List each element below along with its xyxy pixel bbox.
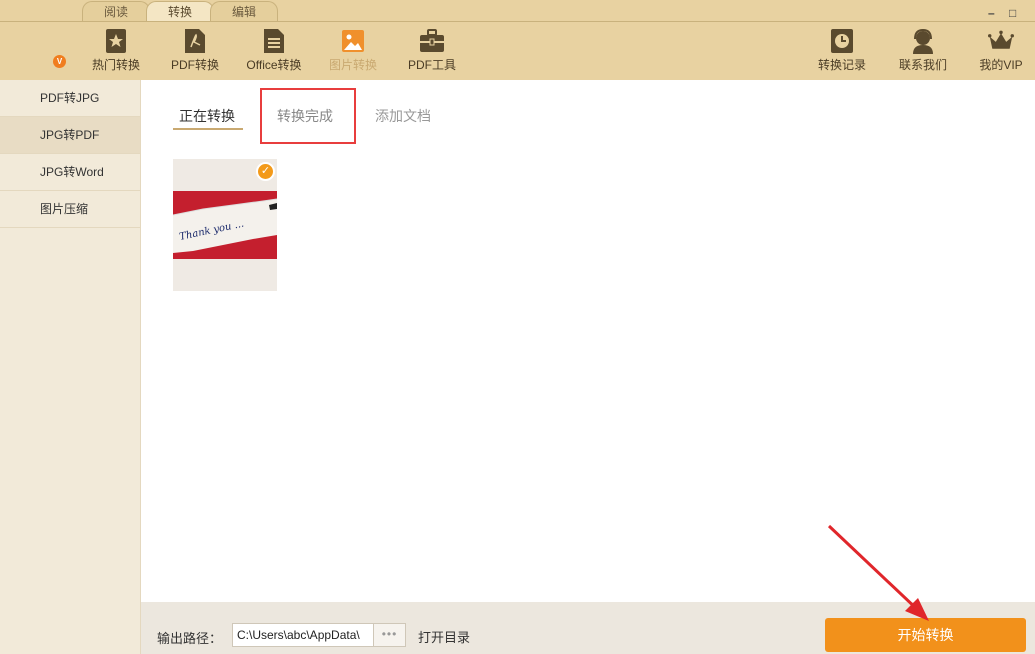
tool-label: 图片转换 xyxy=(328,58,377,72)
checked-icon[interactable]: ✓ xyxy=(256,162,275,181)
image-icon xyxy=(340,28,366,54)
tool-office-convert[interactable]: Office转换 xyxy=(239,28,309,78)
tool-label: PDF工具 xyxy=(407,58,456,72)
title-toolbar: 阅读 转换 编辑 – □ V 热门转换 PDF转换 Office转换 图片转换 … xyxy=(0,0,1035,80)
toolbox-icon xyxy=(419,28,445,54)
tool-label: Office转换 xyxy=(246,58,302,72)
tool-label: 热门转换 xyxy=(91,58,140,72)
minimize-button[interactable]: – xyxy=(988,6,995,20)
sidebar-item-pdf-to-jpg[interactable]: PDF转JPG xyxy=(0,80,140,117)
tool-history[interactable]: 转换记录 xyxy=(807,28,877,78)
bottom-bar: 输出路径： C:\Users\abc\AppData\ ••• 打开目录 开始转… xyxy=(141,602,1035,654)
tool-hot-convert[interactable]: 热门转换 xyxy=(81,28,151,78)
output-path-label: 输出路径： xyxy=(157,631,223,646)
tool-vip[interactable]: 我的VIP xyxy=(966,28,1035,78)
sidebar-item-jpg-to-word[interactable]: JPG转Word xyxy=(0,154,140,191)
clock-icon xyxy=(829,28,855,54)
crown-icon xyxy=(988,28,1014,54)
tab-read[interactable]: 阅读 xyxy=(82,1,150,22)
file-thumbnail[interactable]: Thank you ... ✓ xyxy=(173,159,277,291)
tool-label: 转换记录 xyxy=(817,58,866,72)
tool-label: PDF转换 xyxy=(170,58,219,72)
main-panel: 正在转换 转换完成 添加文档 Thank you ... ✓ xyxy=(141,80,1035,602)
sidebar: PDF转JPG JPG转PDF JPG转Word 图片压缩 xyxy=(0,80,141,654)
pdf-doc-icon xyxy=(182,28,208,54)
tool-pdf-tools[interactable]: PDF工具 xyxy=(397,28,467,78)
tool-image-convert[interactable]: 图片转换 xyxy=(318,28,388,78)
tab-completed[interactable]: 转换完成 xyxy=(277,106,333,126)
tool-label: 联系我们 xyxy=(898,58,947,72)
thumbnail-image: Thank you ... xyxy=(173,191,277,259)
tab-converting[interactable]: 正在转换 xyxy=(179,106,235,126)
office-doc-icon xyxy=(261,28,287,54)
tab-convert[interactable]: 转换 xyxy=(146,1,214,22)
sidebar-item-jpg-to-pdf[interactable]: JPG转PDF xyxy=(0,117,140,154)
output-path-value: C:\Users\abc\AppData\ xyxy=(237,628,360,642)
vip-badge-icon: V xyxy=(53,55,66,68)
headset-icon xyxy=(910,28,936,54)
tool-label: 我的VIP xyxy=(979,58,1023,72)
sidebar-item-image-compress[interactable]: 图片压缩 xyxy=(0,191,140,228)
header-divider xyxy=(0,21,1035,22)
tab-edit[interactable]: 编辑 xyxy=(210,1,278,22)
active-tab-underline xyxy=(173,128,243,130)
tool-contact[interactable]: 联系我们 xyxy=(888,28,958,78)
browse-button[interactable]: ••• xyxy=(373,624,405,646)
maximize-button[interactable]: □ xyxy=(1009,6,1016,20)
star-doc-icon xyxy=(103,28,129,54)
tool-pdf-convert[interactable]: PDF转换 xyxy=(160,28,230,78)
output-path-field[interactable]: C:\Users\abc\AppData\ ••• xyxy=(232,623,406,647)
open-directory-link[interactable]: 打开目录 xyxy=(418,627,470,646)
add-document-button[interactable]: 添加文档 xyxy=(375,106,431,126)
start-convert-button[interactable]: 开始转换 xyxy=(825,618,1026,652)
